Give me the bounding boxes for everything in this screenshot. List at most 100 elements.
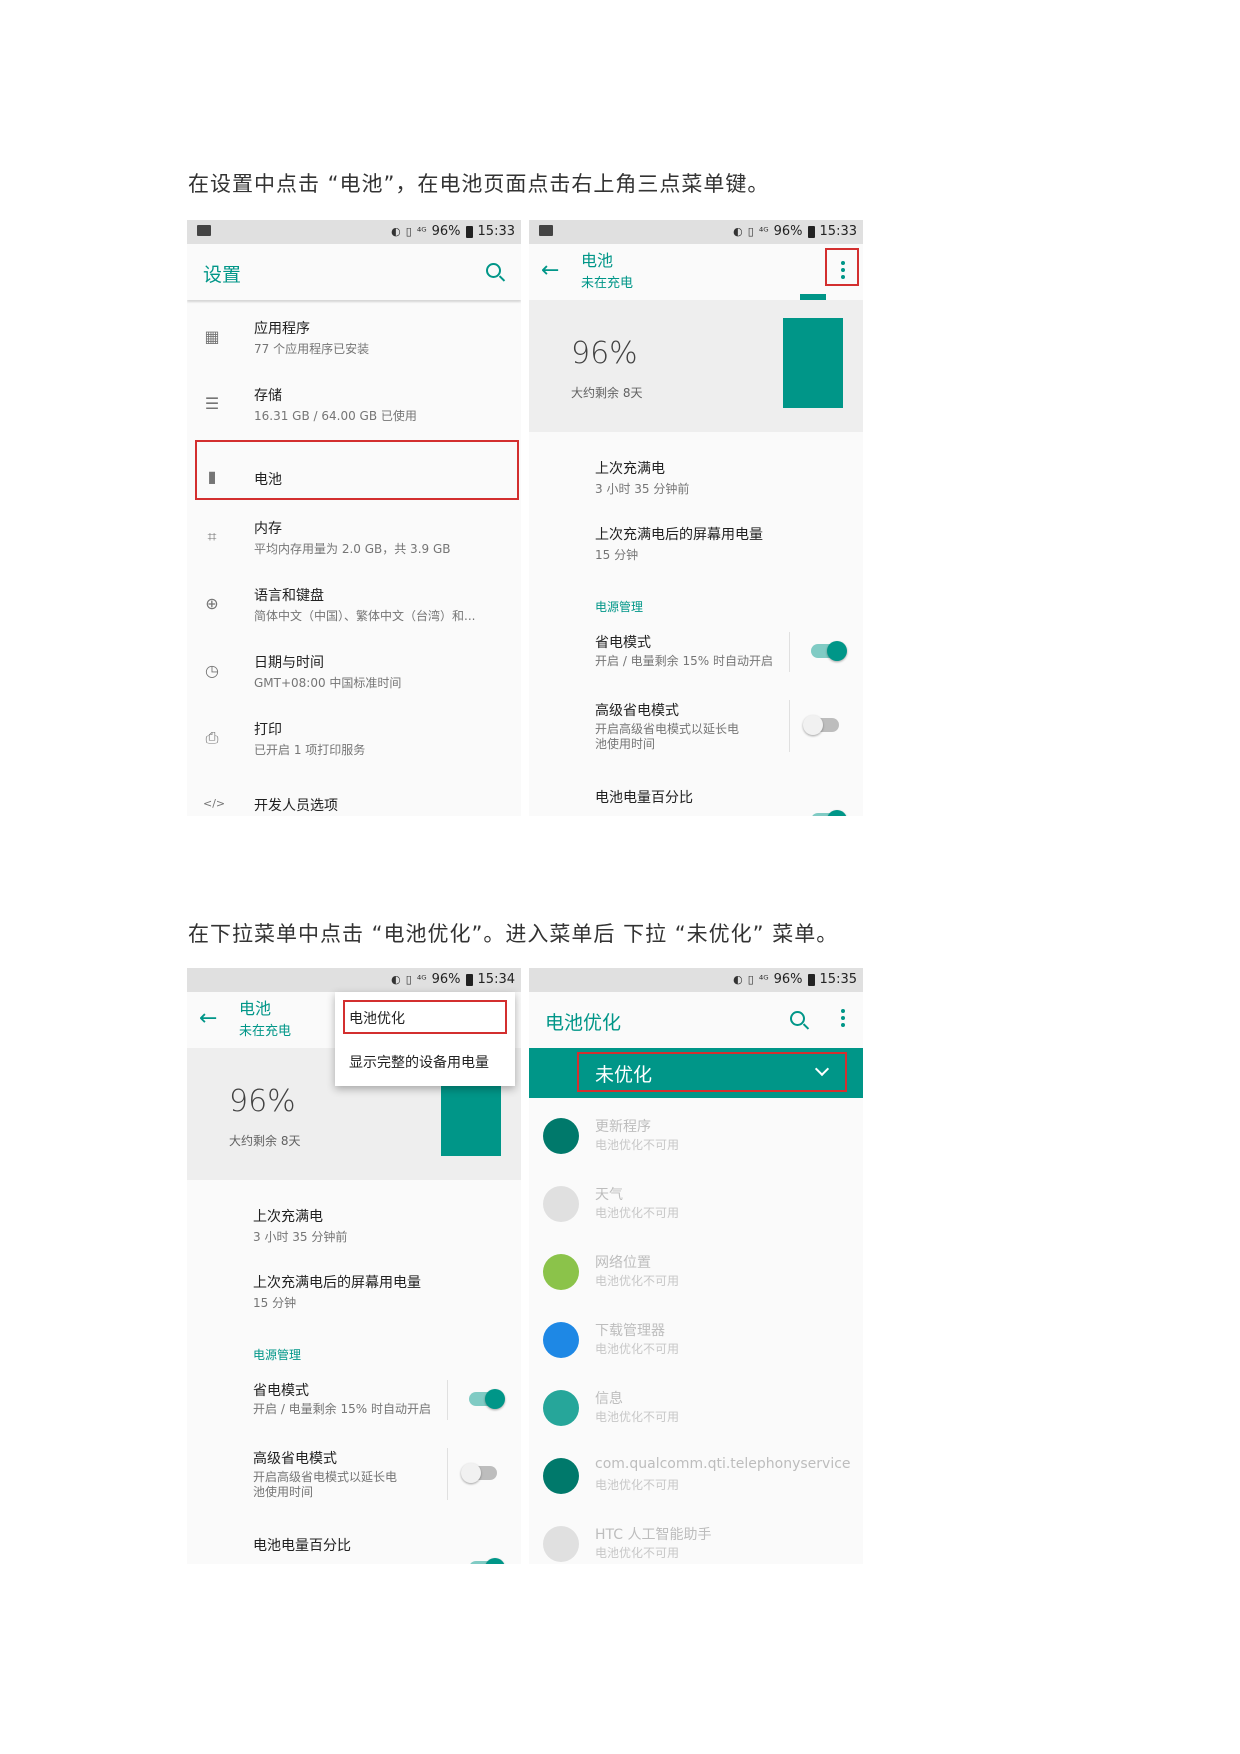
- page-subtitle: 未在充电: [239, 1024, 292, 1039]
- status-bar: ◐ ▯ ⁴ᴳ 96% 15:33: [529, 220, 863, 244]
- clock-time: 15:33: [477, 224, 515, 239]
- last-full-charge-title: 上次充满电: [595, 461, 665, 477]
- clock-time: 15:33: [819, 224, 857, 239]
- settings-item-language[interactable]: ⊕ 语言和键盘 简体中文（中国）、繁体中文（台湾）和...: [187, 583, 521, 639]
- advanced-saver-switch[interactable]: [461, 1463, 497, 1483]
- item-subtitle: 16.31 GB / 64.00 GB 已使用: [254, 409, 417, 423]
- advanced-saver-row[interactable]: 高级省电模式 开启高级省电模式以延长电 池使用时间: [187, 1448, 521, 1508]
- app-bar: ← 电池 未在充电: [529, 244, 863, 300]
- signal-icon: ⁴ᴳ: [416, 225, 427, 238]
- screen-usage-value: 15 分钟: [595, 548, 639, 562]
- phone-battery-menu: ◐ ▯ ⁴ᴳ 96% 15:34 ← 电池 未在充电 96% 大约剩余 8天 电…: [187, 968, 521, 1564]
- battery-status-icon: [465, 225, 473, 238]
- print-icon: ⎙: [205, 728, 219, 747]
- last-full-charge-value: 3 小时 35 分钟前: [253, 1230, 348, 1244]
- battery-percentage-row[interactable]: 电池电量百分比: [187, 1535, 521, 1564]
- app-list-item[interactable]: 下载管理器 电池优化不可用: [529, 1318, 863, 1374]
- data-saver-icon: ◐: [391, 225, 401, 238]
- vibrate-icon: ▯: [405, 973, 412, 986]
- battery-saver-switch[interactable]: [811, 641, 847, 661]
- highlight-more-options: [825, 248, 859, 286]
- highlight-filter-dropdown: [577, 1052, 847, 1092]
- mail-icon: [197, 225, 211, 236]
- more-options-icon[interactable]: [841, 1009, 845, 1027]
- app-status: 电池优化不可用: [595, 1206, 680, 1220]
- item-title: 内存: [254, 521, 282, 537]
- settings-item-datetime[interactable]: ◷ 日期与时间 GMT+08:00 中国标准时间: [187, 650, 521, 706]
- battery-status-icon: [465, 973, 473, 986]
- filter-bar: 未优化: [529, 1048, 863, 1098]
- battery-saver-switch[interactable]: [469, 1389, 505, 1409]
- menu-item-full-device-usage[interactable]: 显示完整的设备用电量: [349, 1052, 489, 1072]
- app-list-item[interactable]: 信息 电池优化不可用: [529, 1386, 863, 1442]
- globe-icon: ⊕: [205, 594, 219, 613]
- instruction-caption-1: 在设置中点击 “电池”，在电池页面点击右上角三点菜单键。: [188, 172, 770, 196]
- screen-usage-title: 上次充满电后的屏幕用电量: [595, 527, 763, 543]
- messages-icon: [543, 1390, 579, 1426]
- advanced-saver-switch[interactable]: [803, 715, 839, 735]
- app-list-item[interactable]: 更新程序 电池优化不可用: [529, 1114, 863, 1170]
- item-subtitle: 开启 / 电量剩余 15% 时自动开启: [595, 654, 773, 668]
- battery-percent: 96%: [773, 224, 803, 239]
- status-bar: ◐ ▯ ⁴ᴳ 96% 15:35: [529, 968, 863, 992]
- item-title: 应用程序: [254, 321, 310, 337]
- settings-item-memory[interactable]: ⌗ 内存 平均内存用量为 2.0 GB，共 3.9 GB: [187, 516, 521, 572]
- app-name: 网络位置: [595, 1255, 651, 1271]
- vibrate-icon: ▯: [747, 973, 754, 986]
- clock-icon: ◷: [205, 661, 219, 680]
- settings-item-developer[interactable]: </> 开发人员选项: [187, 793, 521, 816]
- item-subtitle: 简体中文（中国）、繁体中文（台湾）和...: [254, 609, 476, 623]
- weather-icon: [543, 1186, 579, 1222]
- app-status: 电池优化不可用: [595, 1274, 680, 1288]
- item-title: 电池电量百分比: [595, 790, 693, 806]
- item-subtitle: 已开启 1 项打印服务: [254, 743, 366, 757]
- app-bar: 设置: [187, 244, 521, 300]
- back-arrow-icon[interactable]: ←: [541, 260, 559, 282]
- data-saver-icon: ◐: [733, 973, 743, 986]
- battery-saver-row[interactable]: 省电模式 开启 / 电量剩余 15% 时自动开启: [187, 1380, 521, 1430]
- battery-percentage-row[interactable]: 电池电量百分比: [529, 787, 863, 816]
- battery-saver-row[interactable]: 省电模式 开启 / 电量剩余 15% 时自动开启: [529, 632, 863, 682]
- code-icon: </>: [203, 797, 226, 810]
- back-arrow-icon[interactable]: ←: [199, 1008, 217, 1030]
- screen-usage-title: 上次充满电后的屏幕用电量: [253, 1275, 421, 1291]
- app-list-item[interactable]: 天气 电池优化不可用: [529, 1182, 863, 1238]
- app-bar: 电池优化: [529, 992, 863, 1048]
- app-list-item[interactable]: HTC 人工智能助手 电池优化不可用: [529, 1522, 863, 1564]
- apps-icon: ▦: [204, 327, 220, 346]
- data-saver-icon: ◐: [391, 973, 401, 986]
- battery-percent: 96%: [773, 972, 803, 987]
- item-subtitle: 77 个应用程序已安装: [254, 342, 370, 356]
- app-status: 电池优化不可用: [595, 1138, 680, 1152]
- assistant-icon: [543, 1526, 579, 1562]
- vibrate-icon: ▯: [747, 225, 754, 238]
- advanced-saver-row[interactable]: 高级省电模式 开启高级省电模式以延长电 池使用时间: [529, 700, 863, 760]
- battery-percent: 96%: [431, 224, 461, 239]
- search-icon[interactable]: [486, 263, 501, 278]
- item-title: 高级省电模式: [253, 1451, 337, 1467]
- settings-item-print[interactable]: ⎙ 打印 已开启 1 项打印服务: [187, 717, 521, 773]
- data-saver-icon: ◐: [733, 225, 743, 238]
- last-full-charge-value: 3 小时 35 分钟前: [595, 482, 690, 496]
- battery-status-icon: [807, 973, 815, 986]
- settings-item-storage[interactable]: ☰ 存储 16.31 GB / 64.00 GB 已使用: [187, 383, 521, 439]
- status-bar: ◐ ▯ ⁴ᴳ 96% 15:33: [187, 220, 521, 244]
- app-name: com.qualcomm.qti.telephonyservice: [595, 1456, 851, 1472]
- search-icon[interactable]: [790, 1011, 805, 1026]
- app-name: 信息: [595, 1391, 623, 1407]
- settings-item-apps[interactable]: ▦ 应用程序 77 个应用程序已安装: [187, 316, 521, 372]
- item-title: 电池电量百分比: [253, 1538, 351, 1554]
- battery-percentage-switch[interactable]: [811, 810, 847, 816]
- battery-summary: 96% 大约剩余 8天: [529, 294, 863, 432]
- item-subtitle: 池使用时间: [595, 737, 656, 751]
- battery-percentage-switch[interactable]: [469, 1558, 505, 1564]
- app-name: 下载管理器: [595, 1323, 665, 1339]
- highlight-battery-optimization: [343, 1000, 507, 1034]
- app-list-item[interactable]: com.qualcomm.qti.telephonyservice 电池优化不可用: [529, 1454, 863, 1510]
- last-full-charge-title: 上次充满电: [253, 1209, 323, 1225]
- signal-icon: ⁴ᴳ: [758, 973, 769, 986]
- page-title: 电池优化: [545, 1012, 622, 1034]
- item-title: 日期与时间: [254, 655, 324, 671]
- app-list-item[interactable]: 网络位置电池优化不可用: [529, 1250, 863, 1306]
- screen-usage-value: 15 分钟: [253, 1296, 297, 1310]
